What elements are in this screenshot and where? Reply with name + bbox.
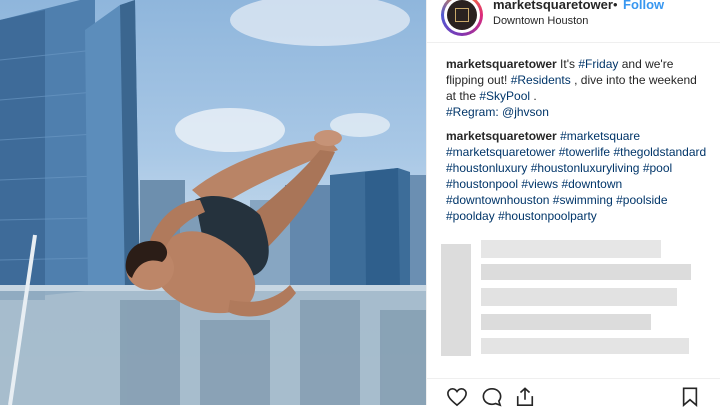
- caption-area: marketsquaretower It's #Friday and we're…: [446, 56, 710, 224]
- hashtag-link[interactable]: #marketsquaretower: [446, 145, 559, 159]
- caption-seg: It's: [556, 57, 579, 71]
- caption-author[interactable]: marketsquaretower: [446, 57, 557, 71]
- hashtag-link[interactable]: #poolside: [616, 193, 667, 207]
- comment-icon[interactable]: [481, 387, 503, 412]
- regram-hashtag[interactable]: #Regram:: [446, 105, 502, 119]
- hashtag-link[interactable]: #views: [521, 177, 561, 191]
- bookmark-icon[interactable]: [681, 387, 699, 412]
- header-username[interactable]: marketsquaretower: [493, 0, 613, 12]
- blur-block: [481, 240, 661, 258]
- hashtag-link[interactable]: #houstonluxuryliving: [531, 161, 643, 175]
- logo-icon: [455, 8, 469, 22]
- hashtag-link[interactable]: #thegoldstandard: [613, 145, 706, 159]
- hashtag-link[interactable]: #poolday: [446, 209, 498, 223]
- blur-block: [481, 288, 677, 306]
- blur-block: [481, 314, 651, 330]
- blurred-comments: [441, 240, 691, 360]
- regram-user-link[interactable]: @jhvson: [502, 105, 549, 119]
- hashtag-link[interactable]: #houstonluxury: [446, 161, 531, 175]
- post-photo[interactable]: [0, 0, 426, 405]
- caption-text: marketsquaretower It's #Friday and we're…: [446, 56, 710, 120]
- follow-button[interactable]: Follow: [623, 0, 664, 12]
- caption-seg: .: [533, 89, 537, 103]
- hashtag-link[interactable]: #Residents: [511, 73, 574, 87]
- hashtag-link[interactable]: #downtown: [561, 177, 622, 191]
- post-actions: [427, 378, 720, 407]
- hashtag-link[interactable]: #houstonpoolparty: [498, 209, 597, 223]
- hashtag-link[interactable]: #houstonpool: [446, 177, 521, 191]
- hashtag-link[interactable]: #swimming: [553, 193, 616, 207]
- share-icon[interactable]: [515, 387, 535, 412]
- comment-author[interactable]: marketsquaretower: [446, 129, 557, 143]
- hashtag-link[interactable]: #towerlife: [559, 145, 614, 159]
- diver-photo-illustration: [0, 0, 426, 405]
- post-header: marketsquaretower • Follow Downtown Hous…: [427, 0, 720, 43]
- hashtag-link[interactable]: #marketsquare: [560, 129, 640, 143]
- post-side-panel: marketsquaretower • Follow Downtown Hous…: [426, 0, 720, 407]
- location-link[interactable]: Downtown Houston: [493, 15, 588, 27]
- hashtag-link[interactable]: #Friday: [578, 57, 621, 71]
- blur-block: [441, 244, 471, 356]
- heart-icon[interactable]: [446, 387, 468, 412]
- avatar[interactable]: [441, 0, 483, 36]
- hashtag-link[interactable]: #SkyPool: [479, 89, 533, 103]
- blur-block: [481, 338, 689, 354]
- hashtag-link[interactable]: #pool: [643, 161, 672, 175]
- hashtag-list: #marketsquare#marketsquaretower #towerlif…: [446, 129, 706, 223]
- blur-block: [481, 264, 691, 280]
- hashtag-link[interactable]: #downtownhouston: [446, 193, 553, 207]
- comment-text: marketsquaretower #marketsquare#marketsq…: [446, 128, 710, 224]
- header-separator: •: [613, 0, 618, 12]
